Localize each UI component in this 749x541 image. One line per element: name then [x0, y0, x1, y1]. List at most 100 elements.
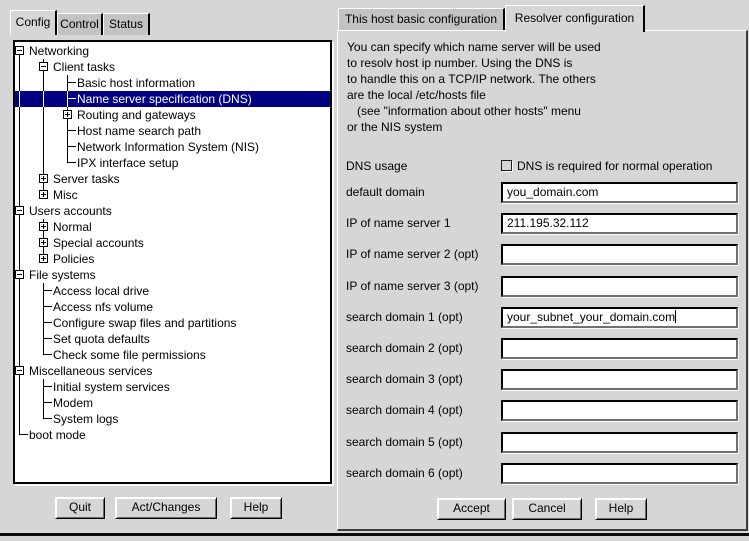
- tree-item-network-information-system-nis[interactable]: Network Information System (NIS): [15, 139, 330, 155]
- tree-item-access-nfs-volume[interactable]: Access nfs volume: [15, 299, 330, 315]
- plus-icon[interactable]: [39, 254, 48, 263]
- tree-connector: [43, 386, 52, 387]
- tree-item-label: Modem: [53, 396, 93, 410]
- search-domain-5-opt-field[interactable]: [501, 432, 738, 453]
- ip-of-name-server-1-field[interactable]: 211.195.32.112: [501, 213, 738, 234]
- checkbox-label: DNS is required for normal operation: [517, 159, 712, 173]
- search-domain-2-opt-field[interactable]: [501, 338, 738, 359]
- tree-connector: [19, 107, 20, 123]
- tree-item-system-logs[interactable]: System logs: [15, 411, 330, 427]
- tree-item-policies[interactable]: Policies: [15, 251, 330, 267]
- tree-item-initial-system-services[interactable]: Initial system services: [15, 379, 330, 395]
- tree-connector: [43, 155, 44, 171]
- tree-item-label: IPX interface setup: [77, 156, 178, 170]
- default-domain-label: default domain: [346, 185, 425, 199]
- help-button[interactable]: Help: [595, 498, 647, 520]
- tree-item-label: Server tasks: [53, 172, 120, 186]
- tree-connector: [43, 307, 44, 315]
- tree-item-ipx-interface-setup[interactable]: IPX interface setup: [15, 155, 330, 171]
- search-domain-1-opt-field[interactable]: your_subnet_your_domain.com: [501, 307, 738, 328]
- tree-item-label: Access local drive: [53, 284, 149, 298]
- tree-item-label: Users accounts: [29, 204, 112, 218]
- description-line: or the NIS system: [347, 120, 442, 136]
- tree-item-label: File systems: [29, 268, 96, 282]
- tree-item-name-server-specification-dns[interactable]: Name server specification (DNS): [15, 91, 330, 107]
- tree-connector: [19, 171, 20, 187]
- tree-connector: [67, 147, 68, 155]
- tree-item-label: Check some file permissions: [53, 348, 206, 362]
- tree-item-set-quota-defaults[interactable]: Set quota defaults: [15, 331, 330, 347]
- tree-item-basic-host-information[interactable]: Basic host information: [15, 75, 330, 91]
- minus-icon[interactable]: [15, 270, 24, 279]
- tree-connector: [43, 403, 44, 411]
- tab-control[interactable]: Control: [57, 13, 103, 35]
- minus-icon[interactable]: [15, 46, 24, 55]
- plus-icon[interactable]: [39, 190, 48, 199]
- tree-item-host-name-search-path[interactable]: Host name search path: [15, 123, 330, 139]
- tree-item-file-systems[interactable]: File systems: [15, 267, 330, 283]
- tab-resolver-configuration[interactable]: Resolver configuration: [505, 5, 645, 32]
- plus-icon[interactable]: [63, 110, 72, 119]
- tree-item-label: Name server specification (DNS): [77, 92, 252, 106]
- tab-status[interactable]: Status: [103, 13, 150, 35]
- plus-icon[interactable]: [39, 222, 48, 231]
- tree-connector: [43, 402, 52, 403]
- plus-icon[interactable]: [39, 238, 48, 247]
- minus-icon[interactable]: [15, 206, 24, 215]
- tree-item-check-some-file-permissions[interactable]: Check some file permissions: [15, 347, 330, 363]
- tree-connector: [19, 139, 20, 155]
- tree-connector: [67, 146, 76, 147]
- tree-item-special-accounts[interactable]: Special accounts: [15, 235, 330, 251]
- accept-button[interactable]: Accept: [437, 498, 506, 520]
- tree-connector: [19, 411, 20, 427]
- tree-item-modem[interactable]: Modem: [15, 395, 330, 411]
- description-line: You can specify which name server will b…: [347, 40, 601, 56]
- tab-this-host-basic-configuration[interactable]: This host basic configuration: [338, 8, 505, 30]
- tree-item-boot-mode[interactable]: boot mode: [15, 427, 330, 443]
- tree-connector: [19, 434, 28, 435]
- window-bottom-edge: [0, 533, 749, 536]
- tree-connector: [43, 418, 52, 419]
- tree-item-label: Special accounts: [53, 236, 144, 250]
- tree-item-miscellaneous-services[interactable]: Miscellaneous services: [15, 363, 330, 379]
- tab-config[interactable]: Config: [10, 10, 57, 35]
- default-domain-field[interactable]: you_domain.com: [501, 182, 738, 203]
- act-changes-button[interactable]: Act/Changes: [115, 497, 217, 519]
- search-domain-3-opt-label: search domain 3 (opt): [346, 372, 463, 386]
- search-domain-3-opt-field[interactable]: [501, 369, 738, 390]
- tree-item-misc[interactable]: Misc: [15, 187, 330, 203]
- tree-item-users-accounts[interactable]: Users accounts: [15, 203, 330, 219]
- help-button[interactable]: Help: [230, 497, 282, 519]
- ip-of-name-server-3-opt-field[interactable]: [501, 276, 738, 297]
- config-tree[interactable]: NetworkingClient tasksBasic host informa…: [13, 40, 332, 484]
- tree-item-server-tasks[interactable]: Server tasks: [15, 171, 330, 187]
- tree-item-routing-and-gateways[interactable]: Routing and gateways: [15, 107, 330, 123]
- tree-item-configure-swap-files-and-partitions[interactable]: Configure swap files and partitions: [15, 315, 330, 331]
- search-domain-1-opt-label: search domain 1 (opt): [346, 310, 463, 324]
- tree-connector: [19, 299, 20, 315]
- ip-of-name-server-2-opt-field[interactable]: [501, 244, 738, 265]
- tree-item-label: System logs: [53, 412, 118, 426]
- search-domain-4-opt-field[interactable]: [501, 400, 738, 421]
- tree-item-normal[interactable]: Normal: [15, 219, 330, 235]
- tree-connector: [19, 75, 20, 91]
- tree-connector: [19, 235, 20, 251]
- tree-item-label: Misc: [53, 188, 78, 202]
- tree-item-label: Configure swap files and partitions: [53, 316, 236, 330]
- tree-item-label: Client tasks: [53, 60, 115, 74]
- cancel-button[interactable]: Cancel: [512, 498, 582, 520]
- linuxconf-window: ConfigControlStatus NetworkingClient tas…: [0, 0, 749, 541]
- tree-connector: [43, 75, 44, 91]
- minus-icon[interactable]: [39, 62, 48, 71]
- search-domain-6-opt-field[interactable]: [501, 463, 738, 484]
- field-value: your_subnet_your_domain.com: [507, 310, 675, 324]
- plus-icon[interactable]: [39, 174, 48, 183]
- tree-connector: [19, 379, 20, 395]
- dns-required-checkbox[interactable]: [501, 160, 512, 171]
- tree-item-client-tasks[interactable]: Client tasks: [15, 59, 330, 75]
- minus-icon[interactable]: [15, 366, 24, 375]
- quit-button[interactable]: Quit: [55, 497, 105, 519]
- tree-connector: [43, 322, 52, 323]
- tree-item-access-local-drive[interactable]: Access local drive: [15, 283, 330, 299]
- tree-item-networking[interactable]: Networking: [15, 43, 330, 59]
